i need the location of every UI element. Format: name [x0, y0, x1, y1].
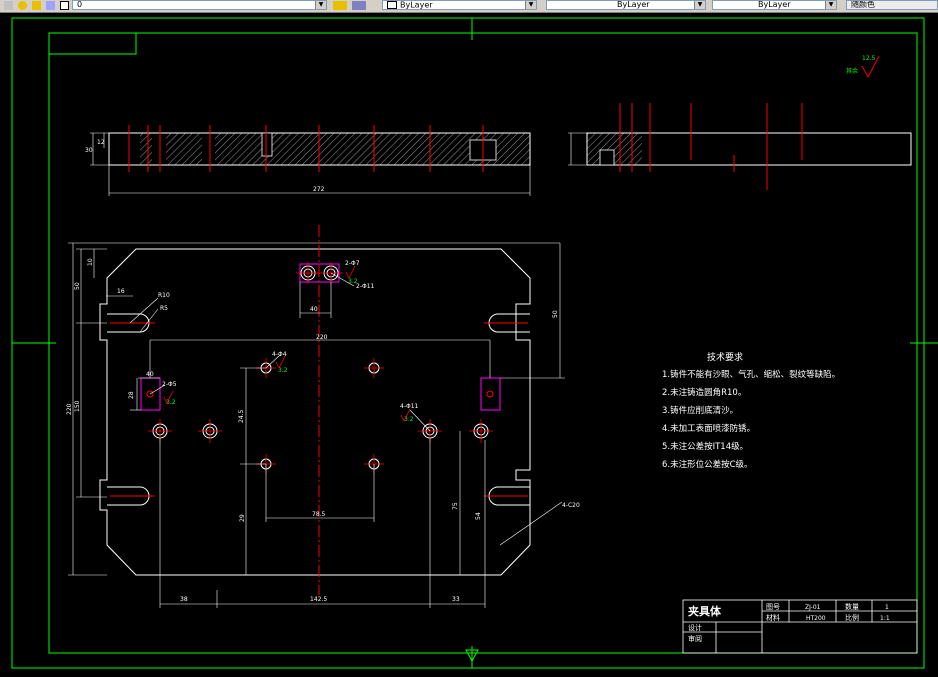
requirement-1: 1.铸件不能有沙眼、气孔、缩松、裂纹等缺陷。 — [662, 369, 840, 380]
color-dropdown[interactable]: ByLayer ▼ — [382, 0, 537, 10]
layer-value: 0 — [77, 0, 83, 9]
title-label-material: 材料 — [766, 613, 780, 622]
title-scale: 1:1 — [880, 615, 890, 622]
title-material: HT200 — [806, 615, 826, 622]
dim-40: 40 — [310, 306, 318, 313]
dim-slot-r5: R5 — [160, 305, 168, 312]
layer-dropdown[interactable]: 0 ▼ — [72, 0, 327, 10]
color-box-icon — [387, 1, 397, 9]
dim-main-inner-height: 150 — [74, 400, 81, 412]
title-label-design: 设计 — [688, 623, 702, 632]
sun-icon[interactable] — [32, 1, 41, 10]
roughness-symbol: 其余 12.5 — [846, 55, 880, 79]
dim-bottom-33: 33 — [452, 596, 460, 603]
centering-marks — [12, 18, 938, 668]
dim-hole-2phi7: 2-Φ7 — [345, 260, 360, 267]
hole-centerlines — [148, 262, 493, 474]
dim-40b: 40 — [146, 371, 154, 378]
requirement-5: 5.未注公差按IT14级。 — [662, 441, 748, 452]
plotstyle-value: 随颜色 — [851, 0, 875, 9]
dim-hole-4phi11: 4-Φ11 — [400, 403, 419, 410]
side-view — [568, 103, 912, 190]
requirements-title: 技术要求 — [707, 351, 743, 363]
requirement-4: 4.未加工表面喷漆防锈。 — [662, 423, 755, 434]
title-label-review: 审阅 — [688, 634, 702, 643]
requirement-2: 2.未注铸造圆角R10。 — [662, 387, 746, 398]
lineweight-value: ByLayer — [758, 0, 791, 9]
dim-slot-16: 16 — [117, 288, 125, 295]
technical-requirements: 技术要求 1.铸件不能有沙眼、气孔、缩松、裂纹等缺陷。 2.未注铸造圆角R10。… — [662, 351, 840, 470]
title-label-drawing-no: 图号 — [766, 603, 780, 611]
roughness-label: 其余 — [846, 67, 858, 75]
title-qty: 1 — [885, 604, 889, 611]
color-value: ByLayer — [400, 0, 433, 10]
drawing-canvas[interactable]: 其余 12.5 272 30 12 220 220 150 10 50 R10 … — [0, 12, 938, 673]
chevron-down-icon[interactable]: ▼ — [825, 1, 836, 9]
dim-hole-2phi5: 2-Φ5 — [162, 381, 177, 388]
dim-main-height: 220 — [66, 403, 73, 415]
dim-75: 75 — [452, 502, 459, 510]
dim-hole-2phi11: 2-Φ11 — [356, 283, 375, 290]
linetype-value: ByLayer — [617, 0, 650, 9]
dim-28: 28 — [128, 391, 135, 399]
requirement-3: 3.铸件应削底清沙。 — [662, 405, 738, 416]
plotstyle-dropdown[interactable]: 随颜色 — [846, 0, 938, 10]
lineweight-dropdown[interactable]: ByLayer ▼ — [712, 0, 837, 10]
title-label-scale: 比例 — [845, 613, 859, 622]
dim-main-top-offset: 10 — [87, 258, 94, 266]
chevron-down-icon[interactable]: ▼ — [315, 1, 326, 9]
dimension-lines — [68, 242, 565, 608]
front-section-view — [90, 125, 531, 196]
title-drawing-no: ZJ-01 — [805, 604, 821, 611]
lock-icon[interactable] — [46, 1, 55, 10]
dim-78-5: 78.5 — [312, 511, 326, 518]
dim-24-5: 24.5 — [238, 409, 245, 423]
dim-main-slot-offset: 50 — [74, 282, 81, 290]
layer-previous-icon[interactable] — [352, 1, 366, 10]
roughness-3-2-d: 3.2 — [404, 416, 414, 423]
color-swatch-icon[interactable] — [60, 1, 69, 10]
dim-width-220: 220 — [316, 334, 328, 341]
make-current-icon[interactable] — [333, 1, 347, 10]
dim-top-thickness: 30 — [85, 147, 93, 154]
chevron-down-icon[interactable]: ▼ — [525, 1, 536, 9]
dim-4-c20: 4-C20 — [562, 502, 580, 509]
requirement-6: 6.未注形位公差按C级。 — [662, 459, 753, 470]
roughness-3-2-a: 3.2 — [348, 278, 358, 285]
title-name: 夹具体 — [688, 604, 722, 618]
dim-bottom-38: 38 — [180, 596, 188, 603]
holes — [140, 263, 501, 470]
dim-29: 29 — [239, 514, 246, 522]
dim-54: 54 — [475, 512, 482, 520]
layer-state-icon[interactable] — [4, 1, 13, 10]
roughness-value: 12.5 — [862, 55, 876, 62]
corner-box — [48, 32, 137, 55]
title-label-qty: 数量 — [845, 602, 859, 611]
dim-right-50: 50 — [552, 310, 559, 318]
dim-top-small: 12 — [97, 139, 105, 146]
light-bulb-icon[interactable] — [18, 1, 27, 10]
dim-slot-r10: R10 — [158, 292, 170, 299]
roughness-3-2-b: 3.2 — [278, 367, 288, 374]
linetype-dropdown[interactable]: ByLayer ▼ — [546, 0, 706, 10]
chevron-down-icon[interactable]: ▼ — [694, 1, 705, 9]
outer-frame — [11, 17, 925, 669]
dim-bottom-142-5: 142.5 — [310, 596, 327, 603]
dim-top-length: 272 — [313, 186, 325, 193]
